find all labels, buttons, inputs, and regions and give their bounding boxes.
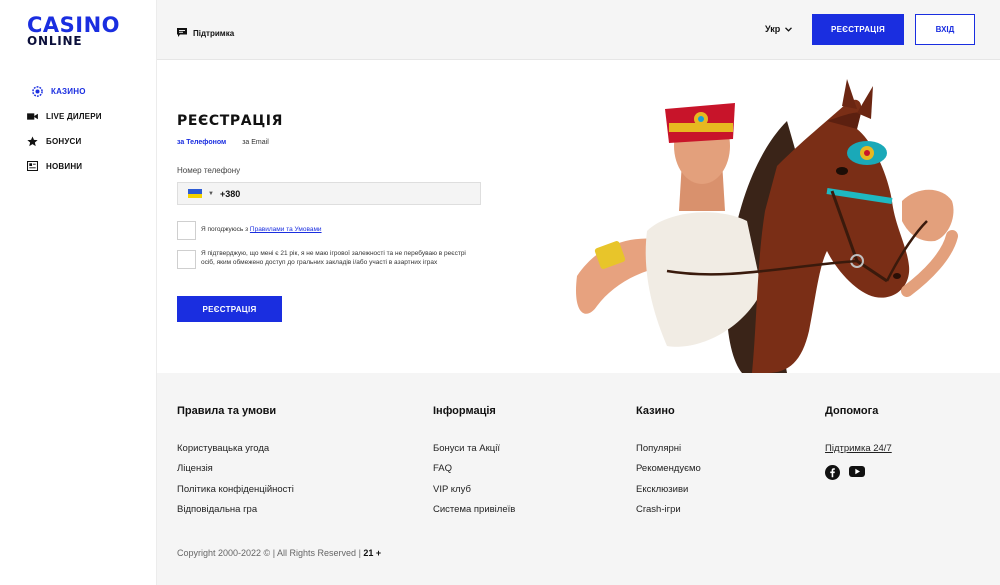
sidebar-item-live-dealers[interactable]: live дилери [26,109,102,123]
casino-chip-icon [31,85,43,97]
facebook-icon[interactable] [825,465,840,485]
footer-link[interactable]: Користувацька угода [177,443,294,463]
registration-section: РЕЄСТРАЦІЯ за Телефоном за Email Номер т… [157,61,1000,373]
chevron-down-icon [785,24,793,34]
age-confirm-text: Я підтверджую, що мені є 21 рік, я не ма… [201,250,466,266]
sidebar-item-label: live дилери [46,111,102,121]
sidebar-nav: казино live дилери бонуси новини [26,84,102,184]
sidebar-item-label: казино [51,86,86,96]
footer-link[interactable]: Популярні [636,443,701,463]
tab-email[interactable]: за Email [242,139,269,146]
sidebar-item-label: новини [46,161,83,171]
logo-line1: CASINO [27,13,121,37]
page-title: РЕЄСТРАЦІЯ [177,113,283,129]
language-value: Укр [765,24,781,34]
footer-heading: Казино [636,405,675,417]
copyright-text: Copyright 2000-2022 © | All Rights Reser… [177,548,364,558]
support-label: Підтримка [193,28,235,38]
hero-image [557,61,1000,373]
footer-column-help: Допомога Підтримка 24/7 [825,405,892,485]
ukraine-flag-icon[interactable] [188,189,202,198]
video-camera-icon [26,110,38,122]
support-link[interactable]: Підтримка [177,24,234,42]
top-header: Підтримка Укр РЕЄСТРАЦІЯ ВХІД [157,0,1000,60]
chat-icon [177,24,187,42]
agree-terms-checkbox[interactable] [177,221,196,240]
sidebar-item-casino[interactable]: казино [31,84,102,98]
tab-phone[interactable]: за Телефоном [177,139,226,146]
footer-column-casino: Казино Популярні Рекомендуємо Ексклюзиви… [636,405,701,524]
footer-column-info: Інформація Бонуси та Акції FAQ VIP клуб … [433,405,515,524]
footer-link[interactable]: Система привілеїв [433,504,515,524]
footer-heading: Допомога [825,405,879,417]
login-button[interactable]: ВХІД [915,14,975,45]
agree-terms-text: Я погоджуюсь з Правилами та Умовами [201,226,322,233]
footer-heading: Інформація [433,405,496,417]
phone-field[interactable]: ▼ +380 [177,182,481,205]
phone-prefix: +380 [219,188,241,199]
support-247-link[interactable]: Підтримка 24/7 [825,443,892,463]
youtube-icon[interactable] [849,465,865,485]
footer-link[interactable]: Бонуси та Акції [433,443,515,463]
footer-column-rules: Правила та умови Користувацька угода Ліц… [177,405,294,524]
agree-terms-row: Я погоджуюсь з Правилами та Умовами [177,221,322,240]
footer-link[interactable]: Рекомендуємо [636,463,701,483]
age-confirm-checkbox[interactable] [177,250,196,269]
copyright: Copyright 2000-2022 © | All Rights Reser… [177,548,381,558]
submit-registration-button[interactable]: РЕЄСТРАЦІЯ [177,296,282,322]
newspaper-icon [26,160,38,172]
register-button[interactable]: РЕЄСТРАЦІЯ [812,14,904,45]
social-links [825,465,892,485]
footer-link[interactable]: Crash-ігри [636,504,701,524]
caret-down-icon[interactable]: ▼ [208,191,214,197]
sidebar-item-news[interactable]: новини [26,159,102,173]
terms-link[interactable]: Правилами та Умовами [250,226,322,233]
language-select[interactable]: Укр [765,24,793,34]
sidebar-item-label: бонуси [46,136,82,146]
phone-label: Номер телефону [177,166,241,175]
sidebar: CASINO ONLINE казино live дилери бонуси [0,0,157,585]
footer-heading: Правила та умови [177,405,277,417]
footer-link[interactable]: Відповідальна гра [177,504,294,524]
age-confirm-row: Я підтверджую, що мені є 21 рік, я не ма… [177,250,481,269]
sidebar-item-bonuses[interactable]: бонуси [26,134,102,148]
star-icon [26,135,38,147]
registration-tabs: за Телефоном за Email [177,139,285,146]
footer: Правила та умови Користувацька угода Ліц… [157,373,1000,585]
footer-link[interactable]: Ексклюзиви [636,484,701,504]
logo[interactable]: CASINO ONLINE [27,14,120,47]
footer-link[interactable]: VIP клуб [433,484,515,504]
footer-link[interactable]: Ліцензія [177,463,294,483]
age-badge: 21 + [363,548,382,558]
footer-link[interactable]: Політика конфіденційності [177,484,294,504]
footer-link[interactable]: FAQ [433,463,515,483]
